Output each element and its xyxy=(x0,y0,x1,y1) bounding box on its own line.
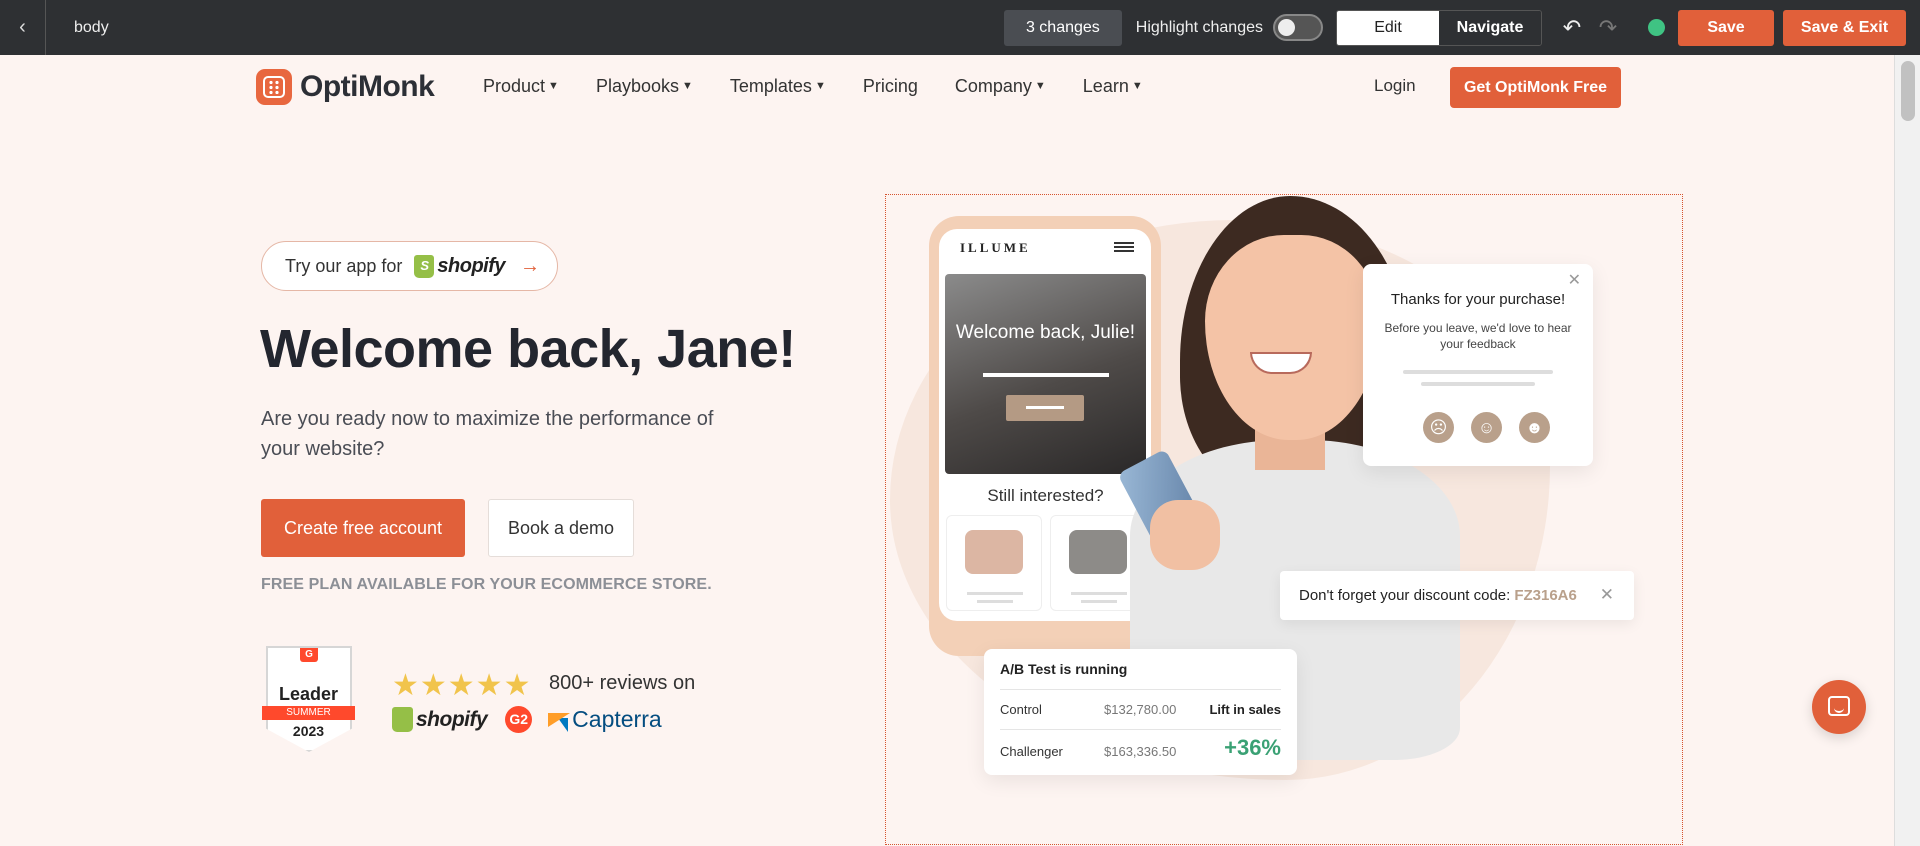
hero-subtitle: Are you ready now to maximize the perfor… xyxy=(261,408,714,460)
g2-logo: G2 xyxy=(505,706,533,733)
caret-down-icon: ▼ xyxy=(1034,80,1046,92)
changes-button[interactable]: 3 changes xyxy=(1003,9,1122,46)
shopify-logo: shopify xyxy=(392,707,488,732)
nav-item-product[interactable]: Product ▼ xyxy=(483,76,559,97)
capterra-wordmark: Capterra xyxy=(572,706,662,732)
toggle-knob xyxy=(1278,19,1295,36)
status-indicator xyxy=(1648,19,1665,36)
get-optimonk-free-button[interactable]: Get OptiMonk Free xyxy=(1450,67,1621,108)
review-brands: shopify G2 Capterra xyxy=(392,706,662,733)
create-free-account-button[interactable]: Create free account xyxy=(261,499,465,557)
scrollbar-thumb[interactable] xyxy=(1901,61,1915,121)
login-link[interactable]: Login xyxy=(1374,76,1416,96)
chat-button[interactable] xyxy=(1812,680,1866,734)
nav-label: Product xyxy=(483,76,546,96)
capterra-logo: Capterra xyxy=(548,706,662,733)
undo-icon[interactable]: ↶ xyxy=(1562,15,1582,41)
toolbar-actions: 3 changes Highlight changes Edit Navigat… xyxy=(1003,0,1906,55)
mode-edit-button[interactable]: Edit xyxy=(1337,10,1439,45)
try-app-label: Try our app for xyxy=(285,255,403,276)
try-app-shopify-link[interactable]: Try our app for shopify → xyxy=(261,241,558,291)
nav-label: Templates xyxy=(729,76,812,96)
reviews-count: 800+ reviews on xyxy=(549,672,696,694)
g2-icon: G xyxy=(300,648,318,662)
capterra-arrow-icon xyxy=(548,712,571,727)
chat-icon xyxy=(1828,696,1850,716)
page-scrollbar[interactable] xyxy=(1894,55,1920,846)
badge-season: SUMMER xyxy=(262,706,355,720)
highlight-changes-toggle[interactable] xyxy=(1273,14,1323,41)
nav-label: Playbooks xyxy=(595,76,679,96)
site-logo[interactable]: OptiMonk xyxy=(256,69,435,105)
editor-selection-outline[interactable] xyxy=(885,194,1683,845)
caret-down-icon: ▼ xyxy=(814,80,826,92)
nav-item-templates[interactable]: Templates ▼ xyxy=(730,76,826,97)
nav-label: Pricing xyxy=(862,76,918,96)
caret-down-icon: ▼ xyxy=(682,80,693,92)
arrow-right-icon: → xyxy=(520,254,541,277)
redo-icon[interactable]: ↷ xyxy=(1598,15,1618,41)
caret-down-icon: ▼ xyxy=(548,80,559,92)
context-label: body xyxy=(74,18,109,36)
editor-toolbar: ‹ body 3 changes Highlight changes Edit … xyxy=(0,0,1920,55)
site-nav: OptiMonk Product ▼ Playbooks ▼ Templates ▼ … xyxy=(0,55,1894,119)
shopify-bag-icon xyxy=(392,707,413,732)
nav-label: Company xyxy=(954,76,1032,96)
mode-switch: Edit Navigate xyxy=(1336,9,1542,46)
g2-leader-badge: G Leader SUMMER 2023 xyxy=(262,646,355,754)
badge-year: 2023 xyxy=(292,723,325,739)
shopify-wordmark: shopify xyxy=(416,707,488,731)
nav-menu: Product ▼ Playbooks ▼ Templates ▼ Pricing C… xyxy=(483,76,1180,97)
hero-title: Welcome back, Jane! xyxy=(260,319,796,379)
chevron-left-icon[interactable]: ‹ xyxy=(0,0,46,55)
nav-label: Learn xyxy=(1082,76,1129,96)
free-plan-note: FREE PLAN AVAILABLE FOR YOUR ECOMMERCE S… xyxy=(261,576,712,593)
badge-leader: Leader xyxy=(278,684,339,704)
nav-item-pricing[interactable]: Pricing xyxy=(863,76,918,97)
book-demo-button[interactable]: Book a demo xyxy=(488,499,634,557)
mode-navigate-button[interactable]: Navigate xyxy=(1439,10,1541,45)
highlight-changes-label: Highlight changes xyxy=(1135,18,1263,36)
save-exit-button[interactable]: Save & Exit xyxy=(1783,9,1906,46)
shopify-wordmark: shopify xyxy=(437,254,506,277)
logo-icon xyxy=(256,69,292,105)
rating-stars-icon: ★★★★★ xyxy=(392,669,532,702)
nav-item-learn[interactable]: Learn ▼ xyxy=(1083,76,1143,97)
nav-item-playbooks[interactable]: Playbooks ▼ xyxy=(596,76,693,97)
logo-text: OptiMonk xyxy=(300,70,435,103)
caret-down-icon: ▼ xyxy=(1131,80,1143,92)
save-button[interactable]: Save xyxy=(1678,9,1774,46)
nav-item-company[interactable]: Company ▼ xyxy=(955,76,1046,97)
shopify-bag-icon xyxy=(414,254,435,278)
